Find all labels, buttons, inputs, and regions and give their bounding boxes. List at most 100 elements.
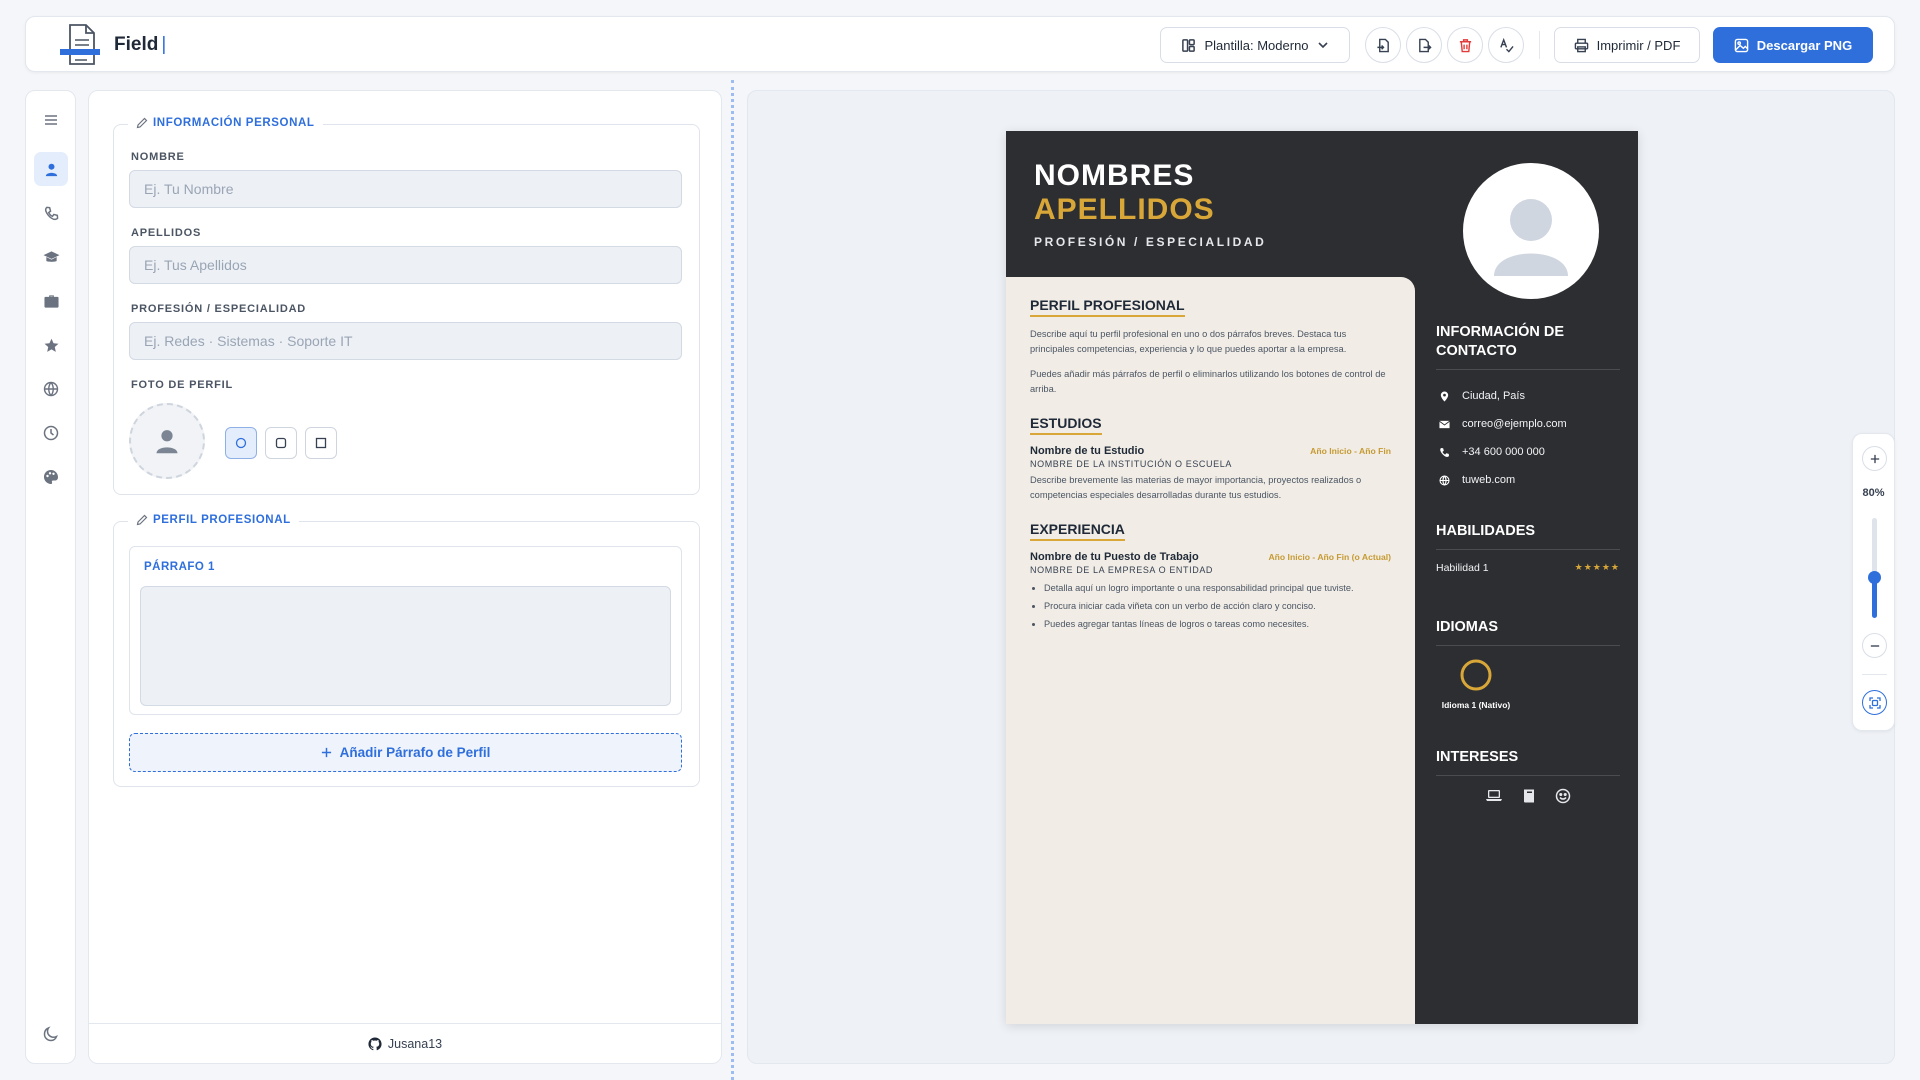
surname-input[interactable] bbox=[129, 246, 682, 284]
add-paragraph-button[interactable]: Añadir Párrafo de Perfil bbox=[129, 733, 682, 772]
editor-panel: INFORMACIÓN PERSONAL NOMBRE APELLIDOS PR… bbox=[88, 90, 722, 1064]
cv-study-institution: NOMBRE DE LA INSTITUCIÓN O ESCUELA bbox=[1030, 459, 1232, 469]
sidebar-item-menu[interactable] bbox=[34, 103, 68, 137]
cv-study-title: Nombre de tu Estudio bbox=[1030, 445, 1145, 457]
cv-job-dates: Año Inicio - Año Fin (o Actual) bbox=[1268, 552, 1391, 562]
panel-resizer[interactable] bbox=[730, 80, 735, 1080]
cv-skill-row: Habilidad 1 ★★★★★ bbox=[1436, 562, 1620, 574]
cv-study-dates: Año Inicio - Año Fin bbox=[1310, 446, 1391, 456]
profession-input[interactable] bbox=[129, 322, 682, 360]
graduation-cap-icon bbox=[43, 250, 60, 265]
menu-icon bbox=[43, 112, 59, 128]
cv-side-column: INFORMACIÓN DE CONTACTO Ciudad, País cor… bbox=[1436, 323, 1620, 804]
palette-icon bbox=[43, 469, 59, 485]
sidebar-item-personal[interactable] bbox=[34, 152, 68, 186]
fit-screen-button[interactable] bbox=[1862, 690, 1887, 715]
file-export-icon bbox=[1417, 38, 1432, 53]
delete-button[interactable] bbox=[1447, 27, 1483, 63]
photo-shape-rounded-button[interactable] bbox=[265, 427, 297, 459]
sidebar-item-contact[interactable] bbox=[34, 196, 68, 230]
sidebar-item-experience[interactable] bbox=[34, 284, 68, 318]
name-label: NOMBRE bbox=[131, 151, 185, 163]
cv-interests-title: INTERESES bbox=[1436, 748, 1620, 776]
sidebar-item-skills[interactable] bbox=[34, 328, 68, 362]
photo-shape-circle-button[interactable] bbox=[225, 427, 257, 459]
profile-legend: PERFIL PROFESIONAL bbox=[128, 514, 299, 526]
sidebar-item-theme[interactable] bbox=[34, 460, 68, 494]
sidebar-item-education[interactable] bbox=[34, 240, 68, 274]
smile-icon bbox=[1555, 788, 1571, 804]
print-label: Imprimir / PDF bbox=[1596, 37, 1681, 53]
import-button[interactable] bbox=[1365, 27, 1401, 63]
document-logo-icon bbox=[58, 22, 104, 68]
download-png-button[interactable]: Descargar PNG bbox=[1713, 27, 1873, 63]
sidebar-item-history[interactable] bbox=[34, 416, 68, 450]
cv-skill-name: Habilidad 1 bbox=[1436, 562, 1489, 574]
cv-contact-email: correo@ejemplo.com bbox=[1436, 410, 1620, 438]
cv-job-company: NOMBRE DE LA EMPRESA O ENTIDAD bbox=[1030, 565, 1214, 575]
app-logo: FieldCV| bbox=[58, 21, 1696, 1045]
minus-icon bbox=[1870, 641, 1880, 651]
star-icon bbox=[44, 338, 59, 353]
map-pin-icon bbox=[1439, 390, 1450, 402]
circle-icon bbox=[235, 437, 247, 449]
photo-upload[interactable] bbox=[129, 403, 205, 479]
top-header: FieldCV| Plantilla: Moderno Imprimir / P… bbox=[25, 16, 1895, 1045]
globe-icon bbox=[43, 381, 59, 397]
template-select-button[interactable]: Plantilla: Moderno bbox=[1160, 27, 1350, 63]
image-icon bbox=[1734, 38, 1749, 53]
paragraph-textarea[interactable] bbox=[140, 586, 671, 706]
cv-experience-title: EXPERIENCIA bbox=[1030, 521, 1125, 541]
edit-pencil-icon bbox=[136, 514, 148, 526]
layout-columns-icon bbox=[1181, 38, 1196, 53]
cv-contact-city: Ciudad, País bbox=[1436, 382, 1620, 410]
app-name: FieldCV| bbox=[114, 34, 1696, 1045]
github-icon bbox=[368, 1036, 382, 1051]
cv-language-item: Idioma 1 (Nativo) bbox=[1436, 658, 1516, 710]
cv-language-label: Idioma 1 (Nativo) bbox=[1441, 700, 1511, 710]
cv-job-title: Nombre de tu Puesto de Trabajo bbox=[1030, 551, 1199, 563]
dark-mode-toggle[interactable] bbox=[34, 1017, 68, 1051]
cv-profile-title: PERFIL PROFESIONAL bbox=[1030, 297, 1185, 317]
cv-profession: PROFESIÓN / ESPECIALIDAD bbox=[1034, 235, 1267, 249]
globe-icon bbox=[1439, 474, 1450, 486]
cv-contact-title: INFORMACIÓN DE CONTACTO bbox=[1436, 323, 1620, 370]
cv-contact-phone: +34 600 000 000 bbox=[1436, 438, 1620, 466]
zoom-control: 80% bbox=[1852, 433, 1895, 731]
download-label: Descargar PNG bbox=[1756, 37, 1853, 53]
cv-job-bullet: Detalla aquí un logro importante o una r… bbox=[1044, 579, 1391, 597]
zoom-slider-fill bbox=[1872, 578, 1877, 618]
paragraph-card: PÁRRAFO 1 bbox=[129, 546, 682, 715]
print-pdf-button[interactable]: Imprimir / PDF bbox=[1554, 27, 1700, 63]
zoom-slider-handle[interactable] bbox=[1868, 571, 1881, 584]
cv-skills-title: HABILIDADES bbox=[1436, 522, 1620, 550]
zoom-slider[interactable] bbox=[1868, 518, 1881, 618]
photo-label: FOTO DE PERFIL bbox=[131, 379, 234, 391]
trash-icon bbox=[1458, 38, 1473, 53]
language-ring-icon bbox=[1436, 658, 1516, 692]
cv-main-column: PERFIL PROFESIONAL Describe aquí tu perf… bbox=[1006, 277, 1415, 1024]
paragraph-label: PÁRRAFO 1 bbox=[144, 561, 215, 573]
personal-info-legend: INFORMACIÓN PERSONAL bbox=[128, 117, 323, 129]
cv-job-bullets: Detalla aquí un logro importante o una r… bbox=[1030, 579, 1391, 633]
photo-shape-square-button[interactable] bbox=[305, 427, 337, 459]
cv-job-bullet: Puedes agregar tantas líneas de logros o… bbox=[1044, 615, 1391, 633]
cv-job-row: Nombre de tu Puesto de Trabajo Año Inici… bbox=[1030, 551, 1391, 563]
plus-icon bbox=[1870, 454, 1880, 464]
zoom-out-button[interactable] bbox=[1862, 633, 1887, 658]
name-input[interactable] bbox=[129, 170, 682, 208]
plus-icon bbox=[321, 747, 332, 758]
spellcheck-button[interactable] bbox=[1488, 27, 1524, 63]
printer-icon bbox=[1574, 38, 1589, 53]
rounded-square-icon bbox=[275, 437, 287, 449]
sidebar-item-languages[interactable] bbox=[34, 372, 68, 406]
cv-languages-title: IDIOMAS bbox=[1436, 618, 1620, 646]
book-icon bbox=[1521, 788, 1537, 804]
edit-pencil-icon bbox=[136, 117, 148, 129]
zoom-in-button[interactable] bbox=[1862, 446, 1887, 471]
spellcheck-icon bbox=[1499, 37, 1514, 53]
laptop-icon bbox=[1485, 788, 1503, 804]
editor-footer: Jusana13 bbox=[89, 1023, 721, 1063]
export-button[interactable] bbox=[1406, 27, 1442, 63]
footer-username[interactable]: Jusana13 bbox=[388, 1037, 442, 1051]
